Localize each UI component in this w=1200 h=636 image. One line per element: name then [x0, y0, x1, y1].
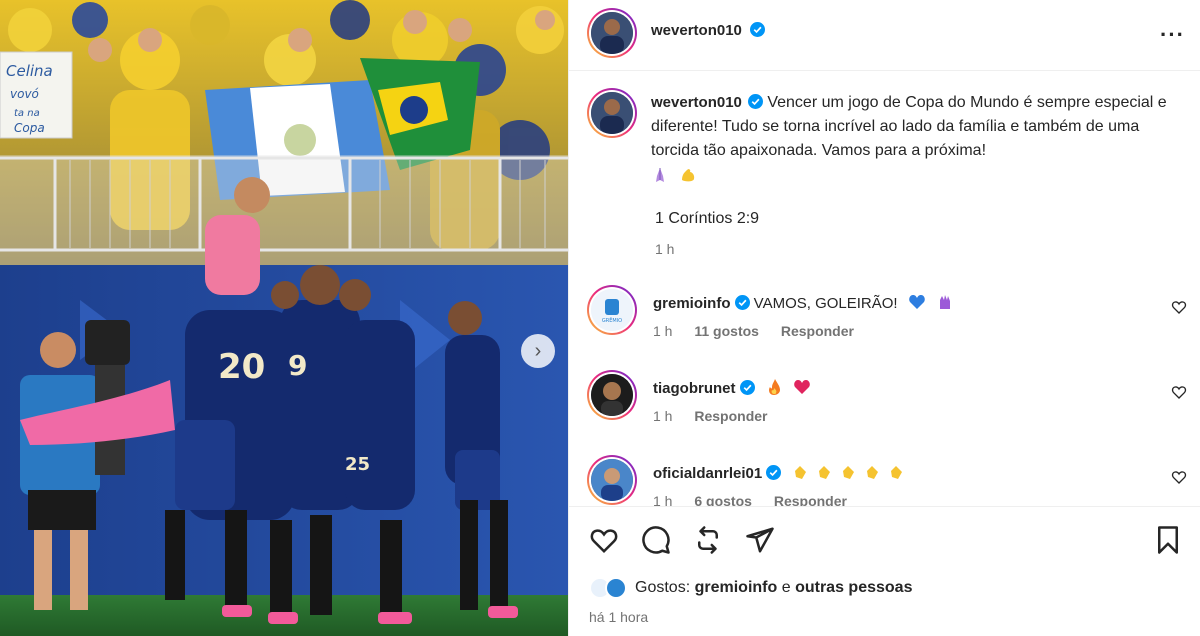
- like-comment-heart-icon[interactable]: [1171, 299, 1187, 315]
- fire-emoji: [768, 379, 780, 395]
- likes-summary: Gostos: gremioinfo e outras pessoas: [589, 577, 912, 599]
- chevron-right-icon: ›: [534, 339, 542, 362]
- post-actions-bar: Gostos: gremioinfo e outras pessoas há 1…: [569, 506, 1200, 636]
- repost-icon[interactable]: [693, 525, 723, 555]
- likes-user[interactable]: gremioinfo: [695, 579, 778, 597]
- author-avatar[interactable]: [587, 8, 637, 58]
- comment-time: 1 h: [653, 493, 673, 506]
- jersey-number-25: 25: [345, 454, 370, 475]
- post-side-panel: weverton010 ··· weverton010 Vencer um jo…: [568, 0, 1200, 636]
- clap-emoji: [867, 466, 879, 479]
- like-comment-heart-icon[interactable]: [1171, 469, 1187, 485]
- reply-button[interactable]: Responder: [694, 408, 767, 424]
- instagram-post-view: Celina vovó ta na Copa 20 9 25 › weverto…: [0, 0, 1200, 636]
- reply-button[interactable]: Responder: [781, 323, 854, 339]
- comment-likes-count[interactable]: 6 gostos: [694, 493, 752, 506]
- svg-text:ta na: ta na: [14, 108, 40, 119]
- comment-item: tiagobrunet 1 h Responder: [569, 370, 1200, 440]
- clap-emoji: [843, 466, 855, 479]
- verified-badge-icon: [750, 22, 766, 37]
- comment-time: 1 h: [653, 408, 673, 424]
- post-photo[interactable]: Celina vovó ta na Copa 20 9 25 ›: [0, 0, 568, 636]
- comment-text: VAMOS, GOLEIRÃO!: [753, 295, 898, 312]
- clap-emoji: [819, 466, 831, 479]
- like-comment-heart-icon[interactable]: [1171, 384, 1187, 400]
- likes-prefix: Gostos:: [635, 579, 691, 596]
- caption-username[interactable]: weverton010: [651, 94, 742, 111]
- reply-button[interactable]: Responder: [774, 493, 847, 506]
- svg-text:GRÊMIO: GRÊMIO: [602, 316, 622, 324]
- jersey-number-20: 20: [218, 347, 265, 387]
- likes-connector: e: [781, 579, 791, 596]
- comment-username[interactable]: tiagobrunet: [653, 380, 736, 397]
- comment-avatar[interactable]: GRÊMIO: [587, 285, 637, 335]
- like-heart-icon[interactable]: [589, 525, 619, 555]
- verified-badge-icon: [766, 465, 782, 480]
- comment-item: GRÊMIO gremioinfo VAMOS, GOLEIRÃO! 1 h 1…: [569, 285, 1200, 355]
- post-timestamp: há 1 hora: [589, 609, 649, 625]
- post-header: weverton010 ···: [569, 0, 1200, 71]
- verified-badge-icon: [747, 94, 763, 109]
- share-paper-plane-icon[interactable]: [745, 525, 775, 555]
- clap-emoji: [795, 466, 807, 479]
- likes-others[interactable]: outras pessoas: [795, 579, 912, 597]
- purple-glove-emoji: [939, 295, 950, 309]
- blue-heart-emoji: [908, 295, 925, 309]
- comment-username[interactable]: gremioinfo: [653, 295, 731, 312]
- clap-emoji: [891, 466, 903, 479]
- comment-username[interactable]: oficialdanrlei01: [653, 465, 762, 482]
- save-bookmark-icon[interactable]: [1153, 525, 1183, 555]
- caption-verse: 1 Coríntios 2:9: [655, 210, 760, 227]
- comment-bubble-icon[interactable]: [641, 525, 671, 555]
- svg-text:vovó: vovó: [10, 87, 39, 101]
- jersey-number-9: 9: [288, 349, 307, 382]
- comment-avatar[interactable]: [587, 370, 637, 420]
- caption-time: 1 h: [655, 241, 675, 257]
- red-heart-emoji: [793, 380, 810, 394]
- more-options-icon[interactable]: ···: [1160, 22, 1185, 48]
- verified-badge-icon: [739, 380, 755, 395]
- header-username[interactable]: weverton010: [651, 22, 742, 39]
- praying-hands-emoji: [656, 168, 664, 182]
- flexed-biceps-emoji: [682, 169, 695, 182]
- comment-item: oficialdanrlei01 1 h 6 gostos Responder: [569, 455, 1200, 506]
- fan-banner-text: Celina: [6, 62, 53, 80]
- post-caption: weverton010 Vencer um jogo de Copa do Mu…: [651, 91, 1171, 189]
- comment-likes-count[interactable]: 11 gostos: [694, 323, 759, 339]
- next-image-button[interactable]: ›: [521, 334, 555, 368]
- caption-author-avatar[interactable]: [587, 88, 637, 138]
- celebration-photo: Celina vovó ta na Copa 20 9 25: [0, 0, 568, 636]
- comment-time: 1 h: [653, 323, 673, 339]
- verified-badge-icon: [734, 295, 750, 310]
- svg-text:Copa: Copa: [14, 121, 45, 135]
- comment-avatar[interactable]: [587, 455, 637, 505]
- liker-avatar: [605, 577, 627, 599]
